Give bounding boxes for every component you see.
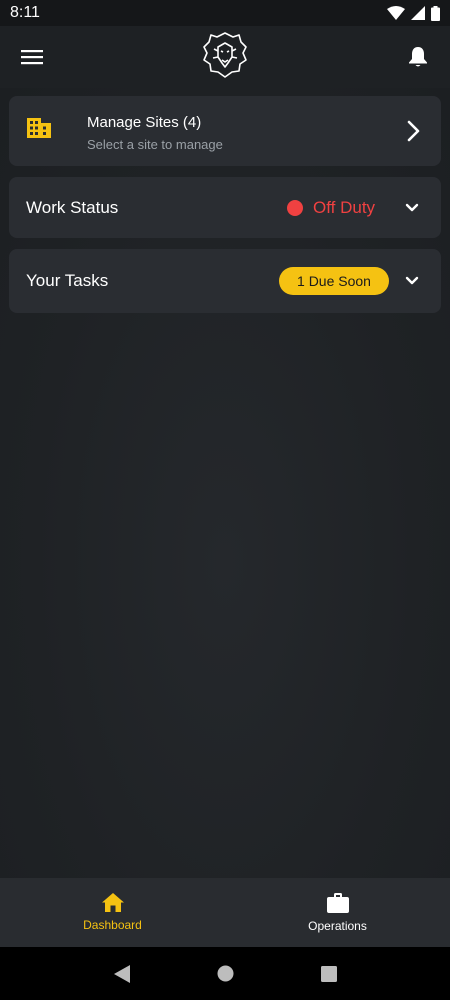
work-status-label: Work Status <box>26 197 119 217</box>
briefcase-icon <box>326 892 349 913</box>
building-icon <box>27 118 51 138</box>
signal-icon <box>411 6 425 20</box>
home-circle-icon[interactable] <box>217 965 234 982</box>
battery-icon <box>431 5 440 21</box>
home-icon <box>101 893 124 912</box>
nav-operations-label: Operations <box>308 918 367 933</box>
manage-sites-card[interactable]: Manage Sites (4) Select a site to manage <box>9 96 441 166</box>
system-nav-bar <box>0 947 450 1000</box>
chevron-down-icon <box>405 203 419 211</box>
nav-dashboard[interactable]: Dashboard <box>0 878 225 947</box>
status-indicator-dot <box>287 199 303 216</box>
lion-logo <box>202 31 248 84</box>
status-icons <box>387 5 440 21</box>
your-tasks-label: Your Tasks <box>26 271 109 290</box>
due-soon-badge: 1 Due Soon <box>279 267 389 295</box>
recents-icon[interactable] <box>320 965 337 982</box>
manage-sites-title: Manage Sites (4) <box>87 114 202 131</box>
bottom-nav: Dashboard Operations <box>0 878 450 947</box>
wifi-icon <box>387 6 405 20</box>
nav-operations[interactable]: Operations <box>225 878 450 947</box>
status-time: 8:11 <box>10 4 40 21</box>
menu-button[interactable] <box>18 43 46 71</box>
chevron-down-icon <box>405 276 419 285</box>
nav-dashboard-label: Dashboard <box>83 918 142 932</box>
lion-logo-icon <box>203 31 247 78</box>
back-icon[interactable] <box>113 964 130 983</box>
manage-sites-subtitle: Select a site to manage <box>87 137 223 152</box>
dashboard-content: Manage Sites (4) Select a site to manage… <box>0 88 450 878</box>
app-bar <box>0 26 450 88</box>
hamburger-menu-icon <box>21 50 43 65</box>
notifications-button[interactable] <box>404 43 432 71</box>
work-status-card[interactable]: Work Status Off Duty <box>9 177 441 238</box>
status-bar: 8:11 <box>0 0 450 26</box>
your-tasks-card[interactable]: Your Tasks 1 Due Soon <box>9 249 441 313</box>
bell-icon <box>409 47 427 67</box>
work-status-value: Off Duty <box>313 197 376 217</box>
chevron-right-icon <box>407 120 420 142</box>
